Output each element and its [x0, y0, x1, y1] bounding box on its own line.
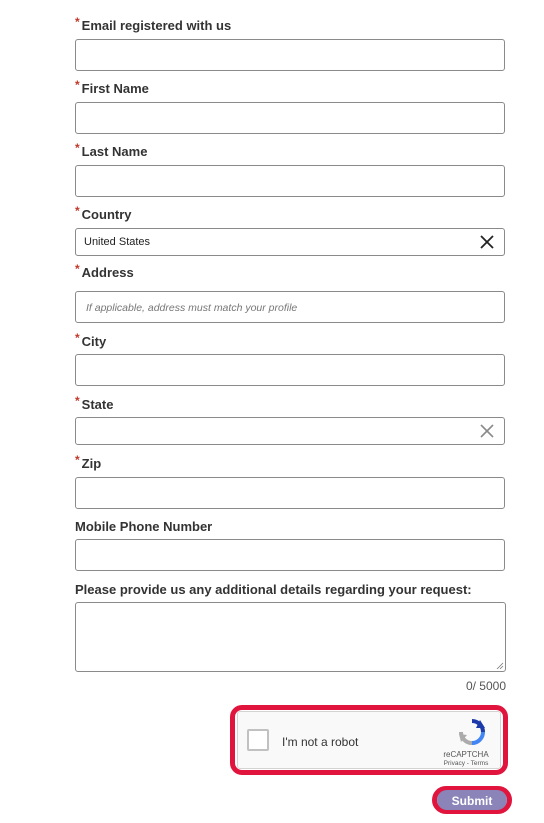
required-marker: * [75, 331, 80, 345]
state-label: * State [75, 394, 114, 412]
address-placeholder: If applicable, address must match your p… [86, 302, 298, 314]
zip-input[interactable] [75, 477, 505, 509]
email-input[interactable] [75, 39, 505, 71]
required-marker: * [75, 78, 80, 92]
mobile-label: Mobile Phone Number [75, 519, 213, 534]
clear-icon[interactable] [478, 233, 496, 251]
required-marker: * [75, 141, 80, 155]
recaptcha-links[interactable]: Privacy - Terms [438, 760, 494, 767]
email-label: * Email registered with us [75, 15, 232, 33]
last-name-input[interactable] [75, 165, 505, 197]
first-name-input[interactable] [75, 102, 505, 134]
country-value: United States [84, 236, 151, 248]
required-marker: * [75, 262, 80, 276]
submit-button[interactable]: Submit [437, 790, 507, 810]
recaptcha-widget: I'm not a robot reCAPTCHA Privacy - Term… [237, 711, 501, 769]
recaptcha-brand: reCAPTCHA [443, 750, 489, 759]
required-marker: * [75, 204, 80, 218]
zip-label: * Zip [75, 453, 102, 471]
city-label: * City [75, 331, 107, 349]
city-input[interactable] [75, 354, 505, 386]
mobile-input[interactable] [75, 539, 505, 571]
char-counter: 0/ 5000 [465, 679, 506, 693]
details-textarea[interactable] [75, 602, 506, 672]
address-label: * Address [75, 262, 134, 280]
last-name-label: * Last Name [75, 141, 148, 159]
resize-grip-icon[interactable] [496, 662, 504, 670]
required-marker: * [75, 394, 80, 408]
required-marker: * [75, 15, 80, 29]
required-marker: * [75, 453, 80, 467]
recaptcha-logo-icon [459, 719, 485, 745]
first-name-label: * First Name [75, 78, 149, 96]
country-select[interactable]: United States [75, 228, 505, 256]
clear-icon[interactable] [478, 422, 496, 440]
state-select[interactable] [75, 417, 505, 445]
recaptcha-label: I'm not a robot [282, 735, 359, 749]
details-label: Please provide us any additional details… [75, 582, 472, 597]
country-label: * Country [75, 204, 132, 222]
recaptcha-checkbox[interactable] [247, 729, 269, 751]
address-input[interactable]: If applicable, address must match your p… [75, 291, 505, 323]
